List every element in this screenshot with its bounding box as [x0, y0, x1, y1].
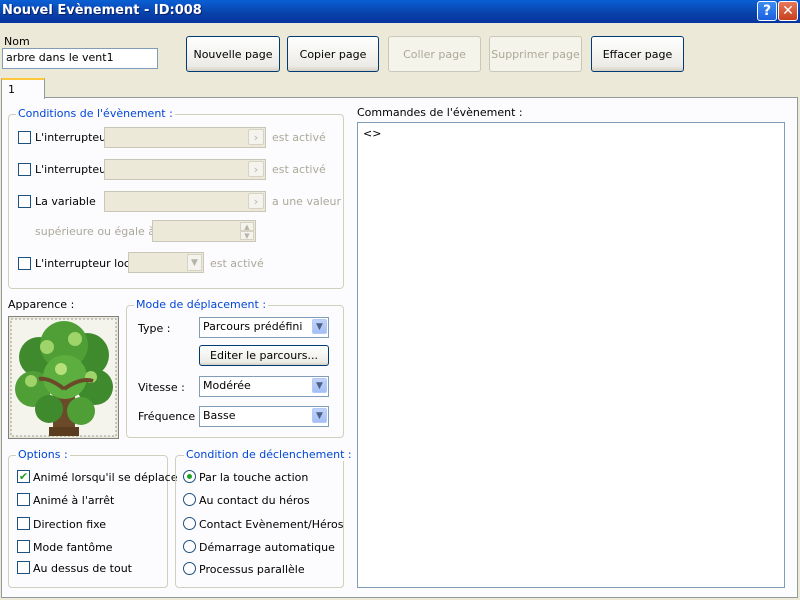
- frequency-label: Fréquence :: [138, 410, 203, 423]
- trigger-radio-parallel[interactable]: [183, 562, 196, 575]
- name-input[interactable]: arbre dans le vent1: [2, 48, 158, 69]
- switch2-browse-button[interactable]: ›: [248, 161, 264, 177]
- appearance-label: Apparence :: [8, 298, 75, 311]
- commands-list[interactable]: <>: [357, 122, 785, 588]
- frequency-select[interactable]: Basse ▼: [199, 406, 329, 427]
- trigger-radio-autorun[interactable]: [183, 540, 196, 553]
- variable-label: La variable: [35, 195, 96, 208]
- variable-compare-label: supérieure ou égale à: [35, 225, 156, 238]
- help-button[interactable]: ?: [757, 1, 777, 21]
- new-page-button[interactable]: Nouvelle page: [186, 36, 280, 72]
- variable-suffix: a une valeur: [272, 195, 342, 208]
- move-type-select[interactable]: Parcours prédéfini ▼: [199, 317, 329, 338]
- chevron-right-icon: ›: [253, 194, 259, 208]
- chevron-down-icon: ▼: [312, 408, 327, 423]
- trigger-radio-action-key[interactable]: [183, 470, 196, 483]
- spin-up-icon[interactable]: ▲: [240, 222, 254, 231]
- option-checkbox-fixed-direction[interactable]: [17, 517, 30, 530]
- copy-page-button[interactable]: Copier page: [287, 36, 379, 72]
- chevron-down-icon: ▼: [187, 254, 202, 271]
- appearance-sprite[interactable]: [8, 316, 119, 439]
- trigger-label: Démarrage automatique: [199, 541, 335, 554]
- options-title: Options :: [16, 448, 70, 461]
- help-icon: ?: [762, 3, 772, 19]
- switch1-suffix: est activé: [272, 131, 326, 144]
- local-switch-label: L'interrupteur local: [35, 257, 140, 270]
- title-bar[interactable]: Nouvel Evènement - ID:008 ? ✕: [0, 0, 800, 23]
- trigger-label: Au contact du héros: [199, 494, 310, 507]
- option-checkbox-animated-idle[interactable]: [17, 493, 30, 506]
- command-line[interactable]: <>: [358, 123, 784, 144]
- switch2-field[interactable]: [104, 159, 266, 180]
- clear-page-button[interactable]: Effacer page: [591, 36, 684, 72]
- speed-value: Modérée: [203, 379, 251, 392]
- window-title: Nouvel Evènement - ID:008: [2, 3, 202, 18]
- option-label: Direction fixe: [33, 518, 107, 531]
- switch1-browse-button[interactable]: ›: [248, 129, 264, 145]
- variable-browse-button[interactable]: ›: [248, 193, 264, 209]
- trigger-label: Processus parallèle: [199, 563, 305, 576]
- switch2-label: L'interrupteur: [35, 163, 111, 176]
- switch1-label: L'interrupteur: [35, 131, 111, 144]
- variable-value-spinner[interactable]: ▲ ▼: [152, 220, 256, 242]
- tab-page-1[interactable]: 1: [1, 78, 45, 99]
- movement-title: Mode de déplacement :: [134, 298, 269, 311]
- spin-down-icon[interactable]: ▼: [240, 231, 254, 240]
- trigger-radio-event-touch[interactable]: [183, 517, 196, 530]
- speed-select[interactable]: Modérée ▼: [199, 376, 329, 397]
- name-label: Nom: [4, 35, 30, 48]
- frequency-value: Basse: [203, 409, 236, 422]
- trigger-label: Par la touche action: [199, 471, 309, 484]
- tree-sprite-icon: [10, 318, 117, 437]
- option-checkbox-animated-moving[interactable]: ✔: [17, 470, 30, 483]
- local-switch-checkbox[interactable]: [18, 257, 31, 270]
- switch1-checkbox[interactable]: [18, 131, 31, 144]
- close-icon: ✕: [782, 3, 794, 19]
- option-label: Animé à l'arrêt: [33, 494, 115, 507]
- switch2-checkbox[interactable]: [18, 163, 31, 176]
- conditions-title: Conditions de l'évènement :: [16, 107, 175, 120]
- chevron-right-icon: ›: [253, 130, 259, 144]
- delete-page-button[interactable]: Supprimer page: [489, 36, 582, 72]
- speed-label: Vitesse :: [138, 381, 185, 394]
- tab-label: 1: [8, 83, 15, 96]
- local-switch-select[interactable]: ▼: [128, 252, 204, 273]
- edit-route-button[interactable]: Editer le parcours...: [199, 345, 329, 366]
- trigger-radio-hero-touch[interactable]: [183, 493, 196, 506]
- move-type-label: Type :: [138, 322, 171, 335]
- variable-field[interactable]: [104, 191, 266, 212]
- option-checkbox-above-all[interactable]: [17, 561, 30, 574]
- chevron-down-icon: ▼: [312, 378, 327, 393]
- option-label: Animé lorsqu'il se déplace: [33, 471, 178, 484]
- commands-title: Commandes de l'évènement :: [357, 106, 523, 119]
- paste-page-button[interactable]: Coller page: [388, 36, 481, 72]
- trigger-label: Contact Evènement/Héros: [199, 518, 344, 531]
- close-button[interactable]: ✕: [778, 1, 798, 21]
- chevron-right-icon: ›: [253, 162, 259, 176]
- trigger-title: Condition de déclenchement :: [184, 448, 354, 461]
- local-switch-suffix: est activé: [210, 257, 264, 270]
- option-checkbox-phantom[interactable]: [17, 540, 30, 553]
- switch1-field[interactable]: [104, 127, 266, 148]
- option-label: Au dessus de tout: [33, 562, 132, 575]
- switch2-suffix: est activé: [272, 163, 326, 176]
- option-label: Mode fantôme: [33, 541, 113, 554]
- chevron-down-icon: ▼: [312, 319, 327, 334]
- variable-checkbox[interactable]: [18, 195, 31, 208]
- move-type-value: Parcours prédéfini: [203, 320, 303, 333]
